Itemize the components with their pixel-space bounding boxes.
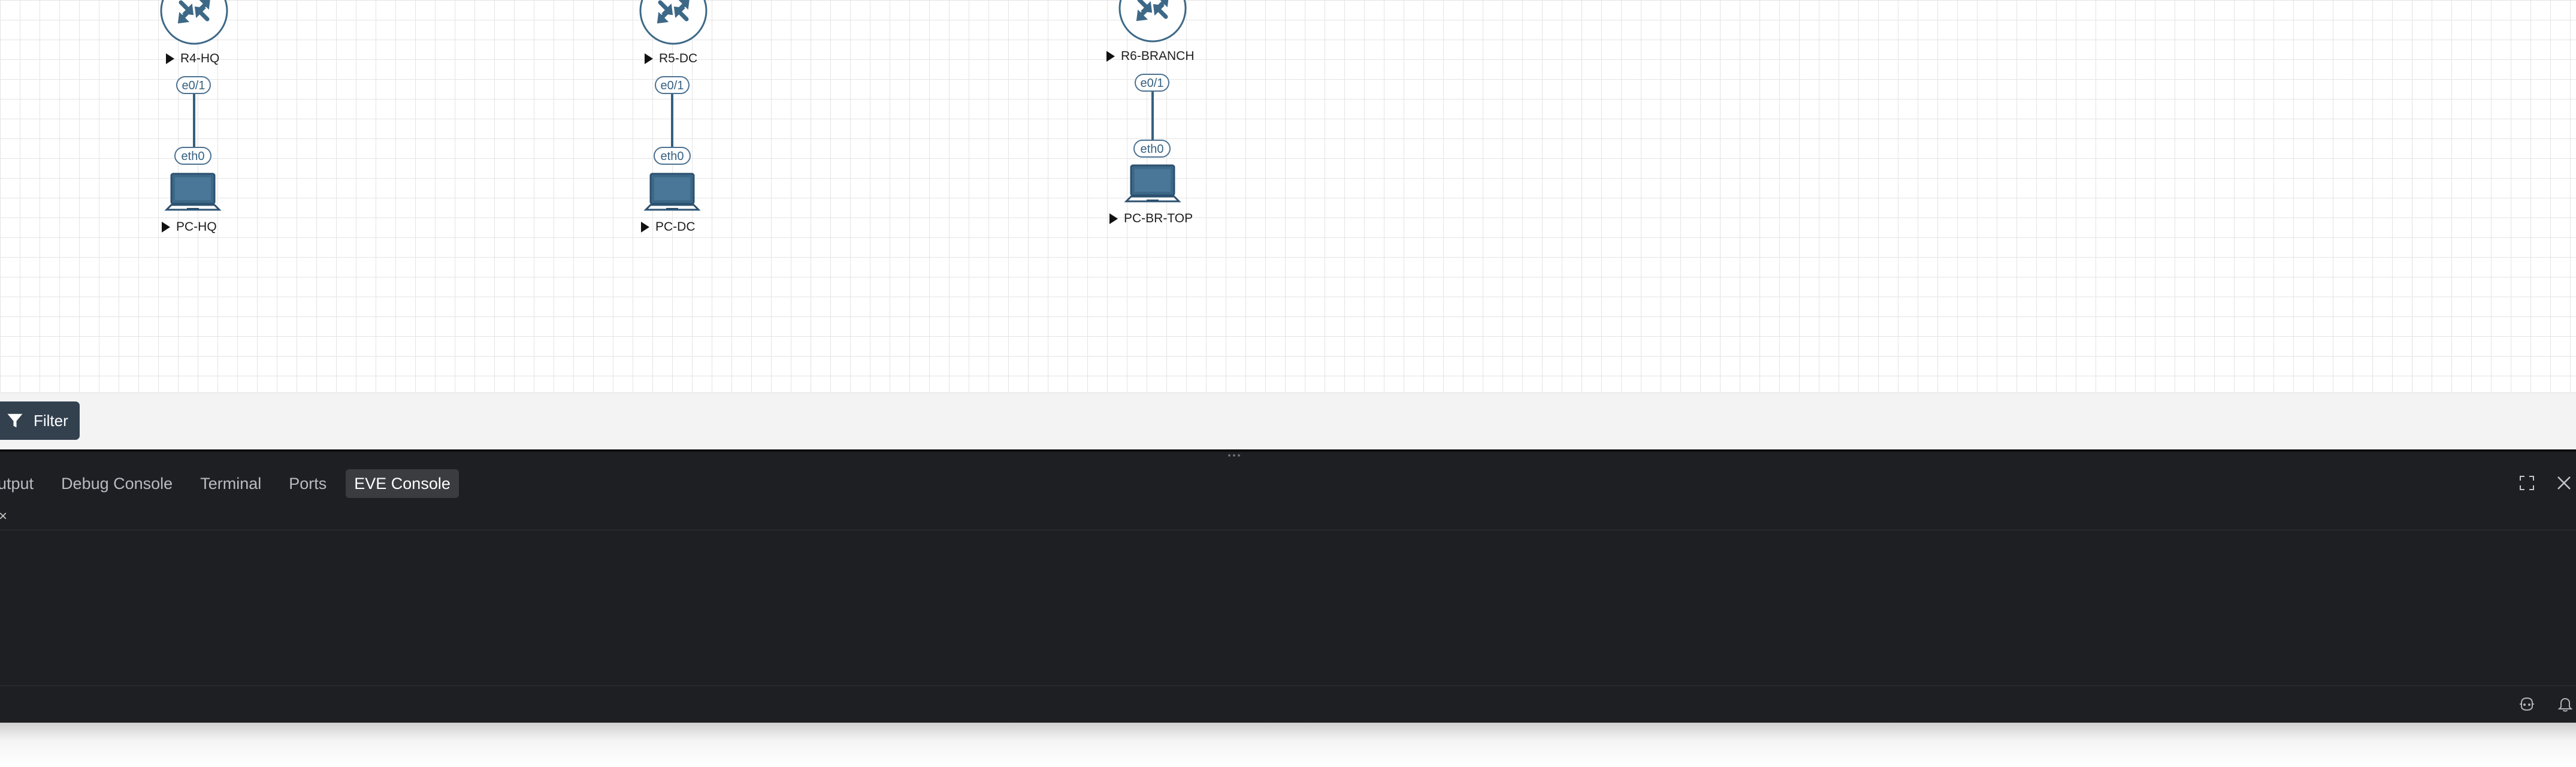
node-name: R4-HQ xyxy=(180,52,220,65)
node-label-r5-dc[interactable]: R5-DC xyxy=(645,52,697,66)
interface-badge[interactable]: e0/1 xyxy=(655,76,690,94)
node-name: PC-BR-TOP xyxy=(1124,212,1193,225)
router-icon xyxy=(1118,0,1187,43)
window-shadow xyxy=(0,723,2576,767)
router-icon xyxy=(639,0,708,45)
start-triangle-icon xyxy=(1109,213,1118,224)
node-name: R6-BRANCH xyxy=(1121,49,1195,63)
maximize-button[interactable] xyxy=(2515,471,2539,495)
link-r5-pc-dc[interactable] xyxy=(671,94,673,147)
console-session-bar: × xyxy=(0,506,2576,530)
notifications-button[interactable] xyxy=(2554,693,2576,715)
node-label-r6-branch[interactable]: R6-BRANCH xyxy=(1106,49,1195,64)
interface-badge[interactable]: e0/1 xyxy=(1135,74,1169,92)
link-r4-pc-hq[interactable] xyxy=(193,94,195,147)
bottom-panel: utput Debug Console Terminal Ports EVE C… xyxy=(0,449,2576,725)
start-triangle-icon xyxy=(166,53,174,64)
router-icon xyxy=(160,0,228,45)
router-r5-dc[interactable] xyxy=(639,0,708,46)
funnel-icon xyxy=(7,413,23,428)
canvas-footer xyxy=(0,392,2576,450)
start-triangle-icon xyxy=(641,222,649,232)
start-triangle-icon xyxy=(162,222,170,232)
tab-terminal[interactable]: Terminal xyxy=(192,469,270,498)
tab-debug-console[interactable]: Debug Console xyxy=(53,469,181,498)
node-label-pc-hq[interactable]: PC-HQ xyxy=(162,220,217,234)
panel-tab-bar: utput Debug Console Terminal Ports EVE C… xyxy=(0,469,470,499)
close-icon xyxy=(2557,476,2571,490)
close-panel-button[interactable] xyxy=(2552,471,2576,495)
console-output-area[interactable] xyxy=(0,531,2576,686)
laptop-icon xyxy=(1124,164,1181,203)
bell-icon xyxy=(2557,697,2573,712)
interface-badge[interactable]: eth0 xyxy=(1133,140,1171,158)
resize-grip-icon[interactable] xyxy=(1225,452,1243,459)
close-session-icon[interactable]: × xyxy=(0,508,7,525)
laptop-icon xyxy=(164,173,222,211)
tab-output[interactable]: utput xyxy=(0,469,42,498)
node-name: PC-HQ xyxy=(176,220,217,234)
copilot-icon xyxy=(2520,697,2534,711)
node-name: PC-DC xyxy=(655,220,696,234)
status-bar xyxy=(0,686,2576,723)
router-r6-branch[interactable] xyxy=(1118,0,1187,43)
pc-pc-dc[interactable] xyxy=(642,170,702,218)
node-label-pc-br-top[interactable]: PC-BR-TOP xyxy=(1109,212,1193,226)
pc-pc-hq[interactable] xyxy=(163,170,223,218)
router-r4-hq[interactable] xyxy=(159,0,229,46)
filter-button[interactable]: Filter xyxy=(0,401,80,440)
link-r6-pc-br-top[interactable] xyxy=(1151,92,1154,140)
tab-ports[interactable]: Ports xyxy=(280,469,335,498)
node-name: R5-DC xyxy=(659,52,698,65)
start-triangle-icon xyxy=(645,53,653,64)
interface-badge[interactable]: e0/1 xyxy=(176,76,211,94)
topology-canvas[interactable]: R4-HQ e0/1 eth0 PC-HQ R5-DC e0/1 eth0 PC… xyxy=(0,0,2576,392)
interface-badge[interactable]: eth0 xyxy=(174,147,211,165)
pc-pc-br-top[interactable] xyxy=(1123,162,1183,210)
status-icons xyxy=(2499,693,2576,715)
copilot-button[interactable] xyxy=(2516,693,2538,715)
panel-actions xyxy=(2502,471,2576,495)
maximize-icon xyxy=(2520,476,2534,490)
laptop-icon xyxy=(643,173,701,211)
node-label-r4-hq[interactable]: R4-HQ xyxy=(166,52,219,66)
start-triangle-icon xyxy=(1106,51,1115,62)
filter-label: Filter xyxy=(34,411,68,430)
tab-eve-console[interactable]: EVE Console xyxy=(346,469,459,498)
node-label-pc-dc[interactable]: PC-DC xyxy=(641,220,696,234)
interface-badge[interactable]: eth0 xyxy=(654,147,691,165)
